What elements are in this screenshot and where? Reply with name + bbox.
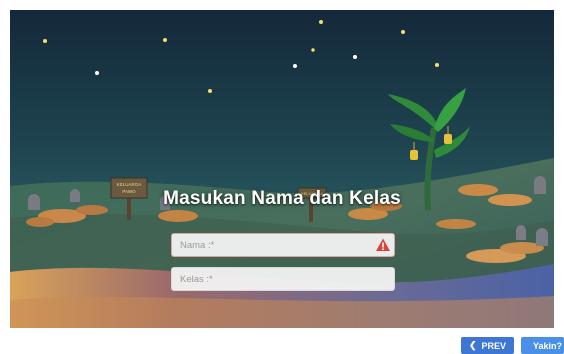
- prev-button[interactable]: ❮ PREV: [461, 337, 514, 354]
- warning-icon: [376, 238, 390, 251]
- page-title: Masukan Nama dan Kelas: [163, 188, 401, 209]
- prev-button-label: PREV: [481, 340, 507, 351]
- name-input[interactable]: [171, 233, 395, 257]
- svg-text:KELUARGA: KELUARGA: [117, 182, 142, 187]
- chevron-left-icon: ❮: [468, 340, 477, 350]
- confirm-button[interactable]: Yakin?: [521, 337, 564, 354]
- class-input[interactable]: [171, 267, 395, 291]
- confirm-button-label: Yakin?: [533, 340, 563, 351]
